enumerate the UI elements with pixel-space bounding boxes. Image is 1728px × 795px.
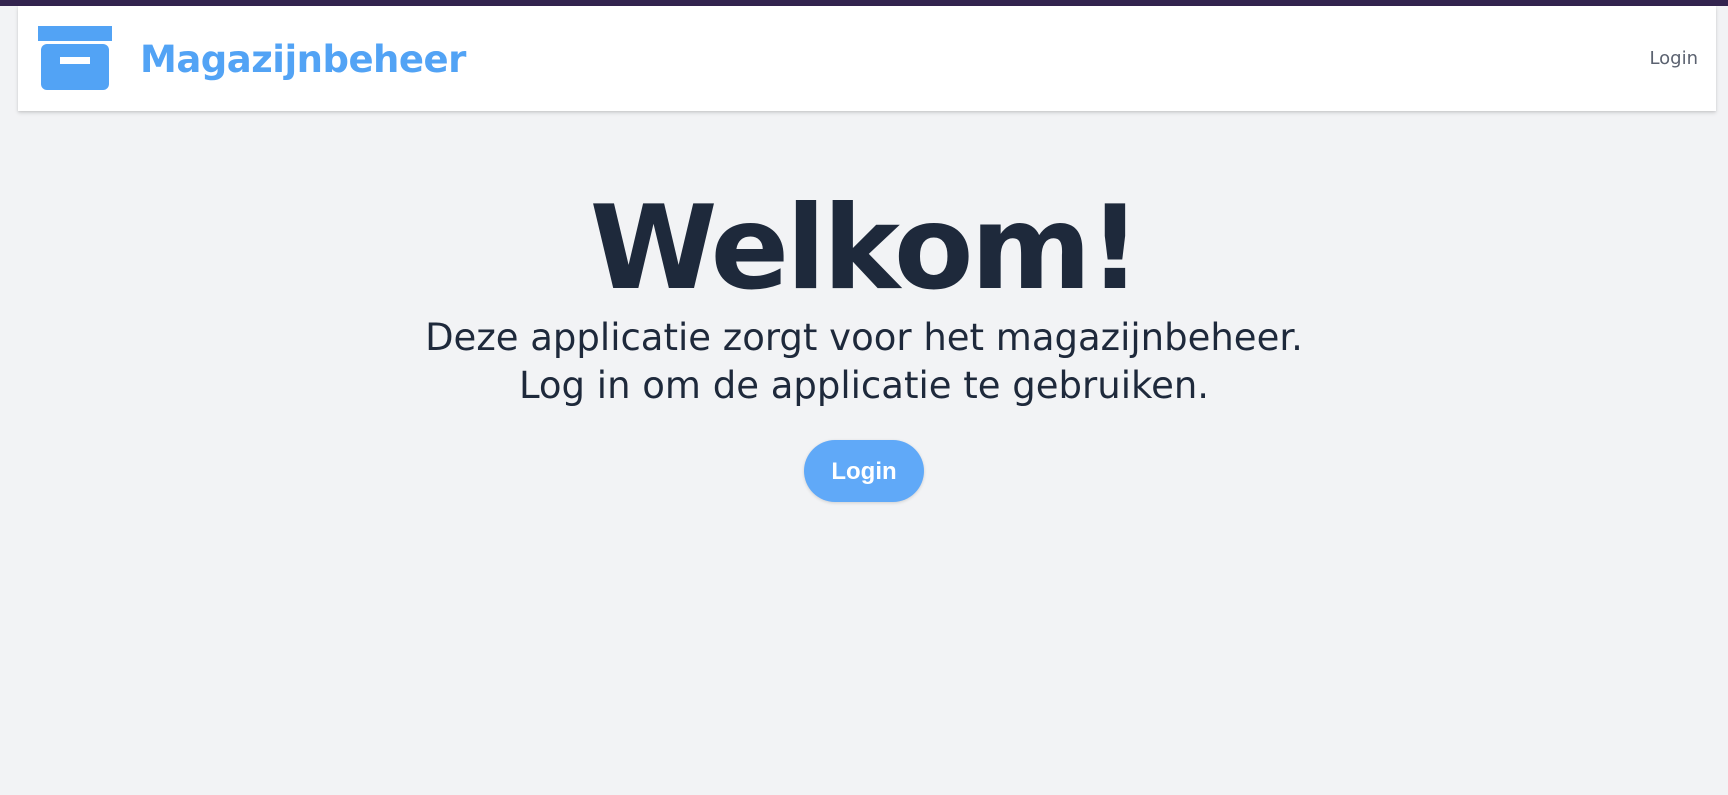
hero-section: Welkom! Deze applicatie zorgt voor het m… (0, 184, 1728, 502)
navbar: Magazijnbeheer Login (18, 6, 1716, 111)
brand-name[interactable]: Magazijnbeheer (140, 36, 466, 84)
login-button[interactable]: Login (804, 440, 924, 502)
archive-box-icon[interactable] (38, 26, 112, 90)
page-title: Welkom! (589, 181, 1142, 316)
hero-instruction: Log in om de applicatie te gebruiken. (518, 364, 1210, 407)
hero-description: Deze applicatie zorgt voor het magazijnb… (425, 316, 1303, 359)
nav-login-link[interactable]: Login (1649, 47, 1698, 71)
